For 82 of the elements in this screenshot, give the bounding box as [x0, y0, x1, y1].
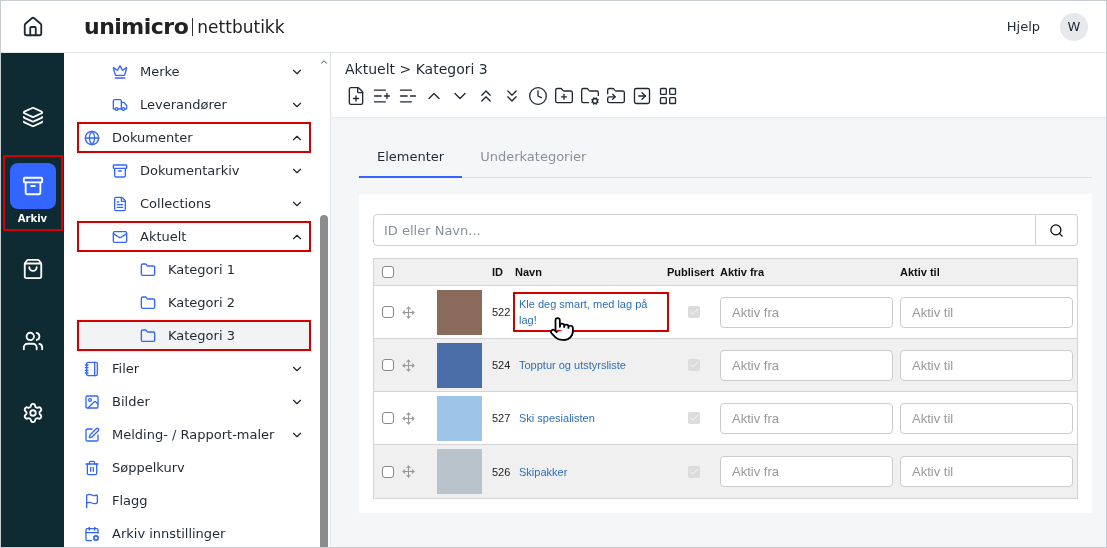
nav-item[interactable]: Melding- / Rapport-maler — [76, 418, 312, 451]
item-link[interactable]: Ski spesialisten — [515, 408, 599, 428]
photo-placeholder — [437, 395, 482, 441]
nav-item[interactable]: Collections — [76, 187, 312, 220]
users-icon — [21, 330, 44, 352]
edit-icon — [84, 426, 100, 443]
table-cell-text: 526 — [492, 465, 512, 478]
nav-item[interactable]: Kategori 2 — [76, 286, 312, 319]
help-link[interactable]: Hjelp — [1006, 19, 1040, 34]
nav-item[interactable]: Bilder — [76, 385, 312, 418]
settings-icon — [21, 402, 44, 424]
photo-placeholder — [437, 289, 482, 335]
date-field[interactable]: Aktiv fra — [720, 456, 893, 487]
drag-handle-icon[interactable] — [402, 305, 415, 319]
column-header: Aktiv fra — [720, 266, 766, 278]
item-link[interactable]: Kle deg smart, med lag på lag! — [515, 294, 667, 330]
folder-icon — [140, 327, 156, 344]
home-icon[interactable] — [21, 15, 44, 38]
inbox-icon — [112, 228, 128, 245]
nav-item[interactable]: Aktuelt — [76, 220, 312, 253]
checkbox[interactable] — [382, 465, 394, 478]
nav-item[interactable]: Kategori 1 — [76, 253, 312, 286]
checkbox[interactable] — [382, 306, 394, 318]
logo-subtitle: nettbutikk — [192, 17, 285, 36]
column-header: Aktiv til — [900, 266, 941, 278]
nav-item[interactable]: Kategori 3 — [76, 319, 312, 352]
nav-item[interactable]: Leverandører — [76, 88, 312, 121]
user-avatar[interactable]: W — [1060, 12, 1088, 41]
folder-gear-icon[interactable] — [579, 85, 601, 107]
drag-handle-icon[interactable] — [402, 465, 415, 478]
item-link[interactable]: Skipakker — [515, 461, 572, 482]
table-cell-text: 524 — [492, 359, 512, 371]
list-document-icon — [112, 195, 128, 212]
date-field[interactable]: Aktiv til — [900, 296, 1073, 328]
nav-item[interactable]: Merke — [76, 55, 312, 88]
table-cell-text: 527 — [492, 412, 512, 424]
nav-item[interactable]: Dokumenter — [76, 121, 312, 154]
folder-icon — [140, 294, 156, 311]
calendar-gear-icon — [84, 525, 100, 542]
date-field[interactable]: Aktiv fra — [720, 296, 893, 328]
table-cell-text: 522 — [492, 306, 512, 318]
column-header: Publisert — [667, 266, 716, 278]
grid-search-icon[interactable] — [657, 85, 679, 107]
date-field[interactable]: Aktiv til — [900, 456, 1073, 487]
drag-handle-icon[interactable] — [402, 358, 415, 372]
image-icon — [84, 393, 100, 410]
date-field[interactable]: Aktiv fra — [720, 349, 893, 381]
drag-handle-icon[interactable] — [402, 411, 415, 425]
breadcrumb: Aktuelt > Kategori 3 — [345, 61, 489, 77]
date-field[interactable]: Aktiv til — [900, 349, 1073, 381]
photo-placeholder — [437, 449, 482, 494]
date-field[interactable]: Aktiv fra — [720, 402, 893, 434]
flag-icon — [84, 492, 100, 509]
globe-icon — [84, 129, 100, 146]
archive-box-icon — [112, 162, 128, 179]
checkbox[interactable] — [382, 359, 394, 371]
clock-icon[interactable] — [527, 85, 549, 107]
nav-item[interactable]: Flagg — [76, 484, 312, 517]
archive-box-icon — [21, 174, 44, 197]
photo-placeholder — [437, 342, 482, 388]
item-link[interactable]: Topptur og utstyrsliste — [515, 355, 630, 375]
nav-item[interactable]: Dokumentarkiv — [76, 154, 312, 187]
trash-icon — [84, 459, 100, 476]
layers-icon — [21, 106, 44, 128]
column-header: Navn — [515, 266, 543, 278]
tab[interactable]: Elementer — [359, 139, 463, 178]
search-icon — [1049, 222, 1064, 238]
column-header: ID — [492, 266, 504, 278]
crown-icon — [112, 63, 128, 80]
search-field[interactable]: ID eller Navn... — [373, 214, 1036, 246]
folder-icon — [140, 261, 156, 278]
notebook-icon — [84, 360, 100, 377]
date-field[interactable]: Aktiv til — [900, 402, 1073, 434]
checkbox[interactable] — [382, 412, 394, 424]
checkbox[interactable] — [382, 266, 394, 278]
export-icon[interactable] — [631, 85, 653, 107]
nav-item[interactable]: Filer — [76, 352, 312, 385]
nav-item[interactable]: Søppelkurv — [76, 451, 312, 484]
search-button[interactable] — [1036, 214, 1078, 246]
logo-text: unimicro — [84, 14, 189, 39]
nav-item[interactable]: Arkiv innstillinger — [76, 517, 312, 547]
shopping-bag-icon — [21, 258, 44, 280]
